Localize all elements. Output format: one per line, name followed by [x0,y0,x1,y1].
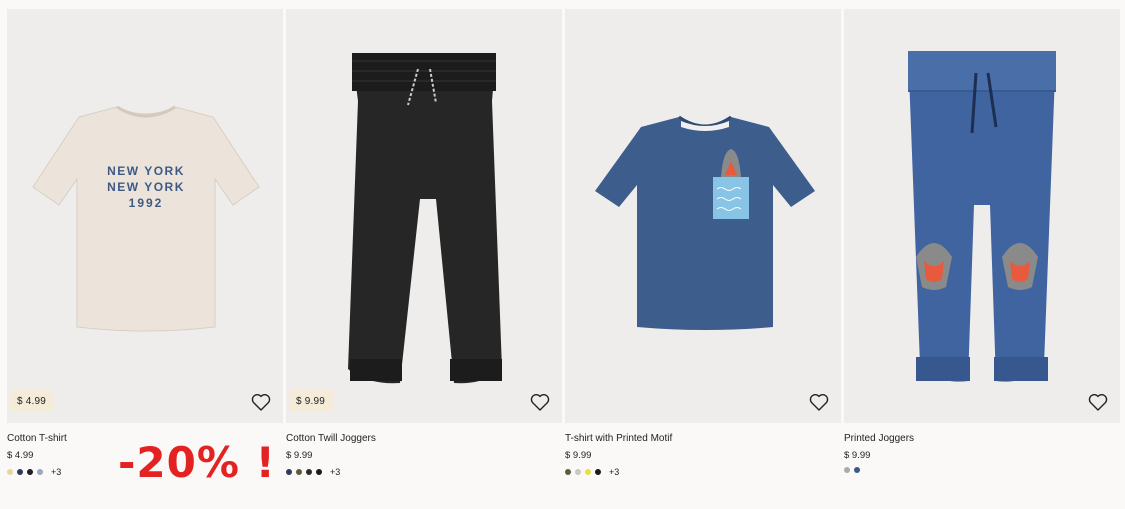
product-title[interactable]: Cotton Twill Joggers [286,433,376,444]
product-card[interactable]: $ 9.99 [286,9,562,423]
more-colors[interactable]: +3 [609,467,619,477]
product-image[interactable]: $ 9.99 [286,9,562,423]
product-image[interactable] [844,9,1120,423]
heart-outline-icon[interactable] [528,390,552,414]
color-swatches: +3 [565,467,619,477]
print-line-1: NEW YORK [107,164,185,178]
color-swatches [844,467,860,473]
color-swatch[interactable] [17,469,23,475]
tshirt-shark-image [595,115,815,330]
color-swatch[interactable] [854,467,860,473]
print-line-2: NEW YORK [107,180,185,194]
product-image[interactable] [565,9,841,423]
color-swatch[interactable] [306,469,312,475]
joggers-shark-image [908,51,1056,382]
product-image[interactable]: NEW YORK NEW YORK 1992 $ 4.99 [7,9,283,423]
svg-text:1992: 1992 [129,196,164,210]
more-colors[interactable]: +3 [330,467,340,477]
product-title[interactable]: Printed Joggers [844,433,914,444]
product-card[interactable] [565,9,841,423]
heart-outline-icon[interactable] [1086,390,1110,414]
product-title[interactable]: Cotton T-shirt [7,433,67,444]
svg-text:NEW YORK: NEW YORK [107,180,185,194]
color-swatch[interactable] [37,469,43,475]
joggers-image [348,53,502,384]
product-price: $ 9.99 [286,450,313,461]
price-badge: $ 4.99 [10,390,55,412]
discount-promo-label: -20% ! [118,438,276,487]
product-grid: NEW YORK NEW YORK 1992 $ 4.99 Cotton T-s… [0,0,1125,509]
more-colors[interactable]: +3 [51,467,61,477]
color-swatch[interactable] [7,469,13,475]
color-swatch[interactable] [286,469,292,475]
product-card[interactable]: NEW YORK NEW YORK 1992 $ 4.99 [7,9,283,423]
color-swatch[interactable] [296,469,302,475]
color-swatch[interactable] [575,469,581,475]
price-badge: $ 9.99 [289,390,334,412]
color-swatch[interactable] [316,469,322,475]
product-title[interactable]: T-shirt with Printed Motif [565,433,672,444]
tshirt-image: NEW YORK NEW YORK 1992 [32,105,260,332]
color-swatch[interactable] [565,469,571,475]
product-price: $ 9.99 [565,450,592,461]
color-swatches: +3 [286,467,340,477]
heart-outline-icon[interactable] [249,390,273,414]
product-card[interactable] [844,9,1120,423]
product-price: $ 4.99 [7,450,34,461]
color-swatch[interactable] [844,467,850,473]
heart-outline-icon[interactable] [807,390,831,414]
svg-text:NEW YORK: NEW YORK [107,164,185,178]
color-swatch[interactable] [585,469,591,475]
print-line-3: 1992 [129,196,164,210]
color-swatch[interactable] [27,469,33,475]
color-swatch[interactable] [595,469,601,475]
product-price: $ 9.99 [844,450,871,461]
color-swatches: +3 [7,467,61,477]
